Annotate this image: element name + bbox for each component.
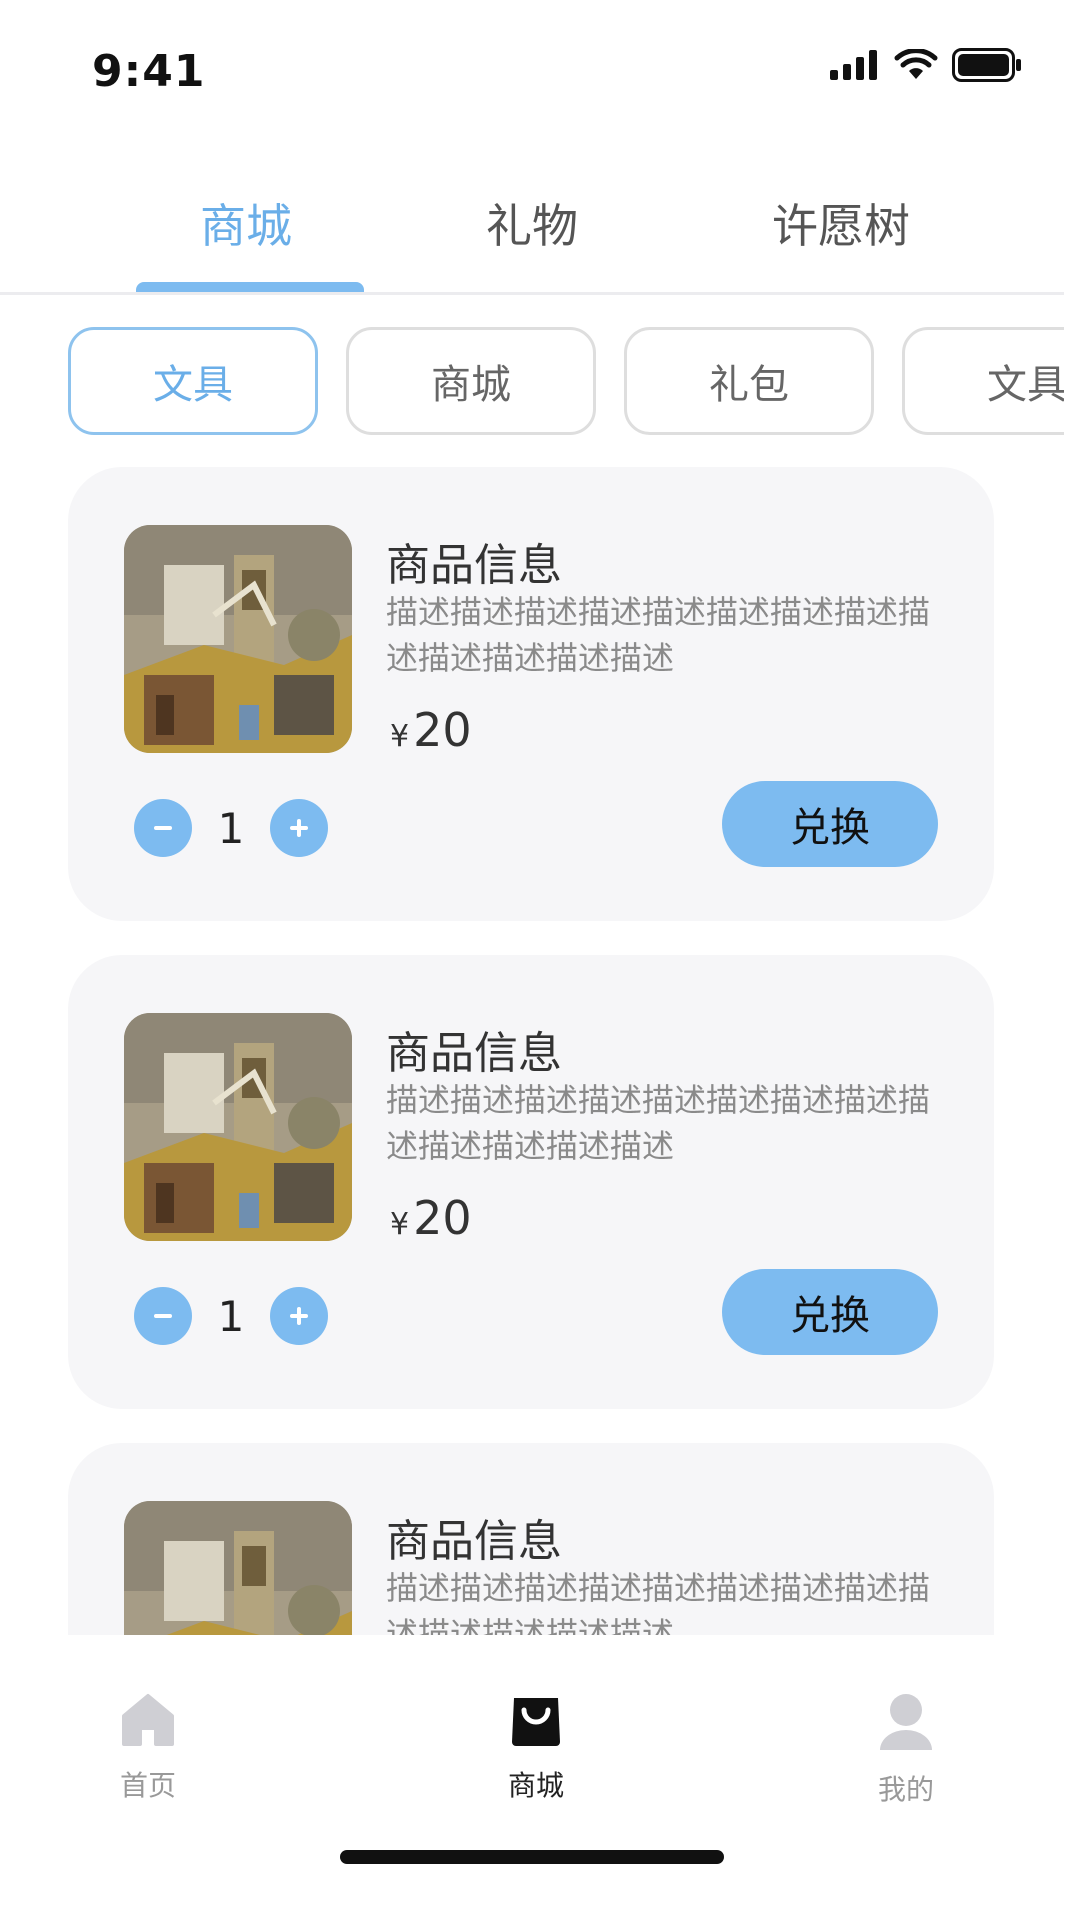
tab-divider: [0, 292, 1064, 295]
quantity-stepper: 1: [134, 1287, 328, 1345]
signal-icon: [830, 50, 877, 80]
status-time: 9:41: [92, 46, 206, 97]
product-image: [124, 1501, 352, 1635]
user-icon: [880, 1694, 932, 1750]
product-card: 商品信息 描述描述描述描述描述描述描述描述描述描述描述描述描述 ¥20 1 兑换: [68, 467, 994, 921]
redeem-button[interactable]: 兑换: [722, 781, 938, 867]
nav-mall[interactable]: 商城: [456, 1690, 616, 1804]
nav-home-label: 首页: [119, 1769, 176, 1802]
nav-profile-label: 我的: [877, 1773, 934, 1806]
bottom-nav: 首页 商城 我的: [0, 1635, 1080, 1920]
product-description: 描述描述描述描述描述描述描述描述描述描述描述描述描述: [386, 1081, 931, 1165]
decrease-button[interactable]: [134, 799, 192, 857]
product-description: 描述描述描述描述描述描述描述描述描述描述描述描述描述: [386, 593, 931, 677]
tab-wish-tree[interactable]: 许愿树: [772, 190, 910, 256]
product-card: 商品信息 描述描述描述描述描述描述描述描述描述描述描述描述描述 ¥20 1 兑换: [68, 955, 994, 1409]
home-indicator: [340, 1850, 724, 1864]
quantity-value: 1: [217, 1291, 245, 1341]
nav-mall-label: 商城: [507, 1769, 564, 1802]
tab-gifts[interactable]: 礼物: [486, 190, 578, 256]
top-tab-bar: 商城 礼物 许愿树: [0, 180, 1080, 290]
status-icons: [830, 48, 1022, 82]
price-value: 20: [413, 1191, 472, 1245]
nav-profile[interactable]: 我的: [826, 1690, 986, 1808]
minus-icon: [154, 826, 172, 830]
currency-symbol: ¥: [390, 719, 410, 754]
minus-icon: [154, 1314, 172, 1318]
quantity-value: 1: [217, 803, 245, 853]
chip-stationery-2[interactable]: 文具: [902, 327, 1064, 435]
chip-stationery[interactable]: 文具: [68, 327, 318, 435]
category-chips: 文具 商城 礼包 文具: [0, 327, 1064, 435]
quantity-stepper: 1: [134, 799, 328, 857]
decrease-button[interactable]: [134, 1287, 192, 1345]
home-icon: [122, 1694, 174, 1746]
product-list: 商品信息 描述描述描述描述描述描述描述描述描述描述描述描述描述 ¥20 1 兑换: [0, 465, 1080, 1635]
chip-gift-pack[interactable]: 礼包: [624, 327, 874, 435]
redeem-button[interactable]: 兑换: [722, 1269, 938, 1355]
product-title: 商品信息: [386, 540, 562, 591]
shopping-bag-icon: [512, 1698, 560, 1746]
product-title: 商品信息: [386, 1028, 562, 1079]
plus-icon: [290, 1307, 308, 1325]
battery-icon: [952, 48, 1021, 82]
tab-mall[interactable]: 商城: [200, 190, 292, 256]
increase-button[interactable]: [270, 1287, 328, 1345]
plus-icon: [290, 819, 308, 837]
price-value: 20: [413, 703, 472, 757]
product-image: [124, 525, 352, 753]
product-card: 商品信息 描述描述描述描述描述描述描述描述描述描述描述描述描述: [68, 1443, 994, 1635]
increase-button[interactable]: [270, 799, 328, 857]
currency-symbol: ¥: [390, 1207, 410, 1242]
product-description: 描述描述描述描述描述描述描述描述描述描述描述描述描述: [386, 1569, 931, 1635]
product-title: 商品信息: [386, 1516, 562, 1567]
product-price: ¥20: [390, 703, 472, 757]
product-image: [124, 1013, 352, 1241]
nav-home[interactable]: 首页: [68, 1690, 228, 1804]
wifi-icon: [894, 49, 938, 79]
product-price: ¥20: [390, 1191, 472, 1245]
chip-mall[interactable]: 商城: [346, 327, 596, 435]
